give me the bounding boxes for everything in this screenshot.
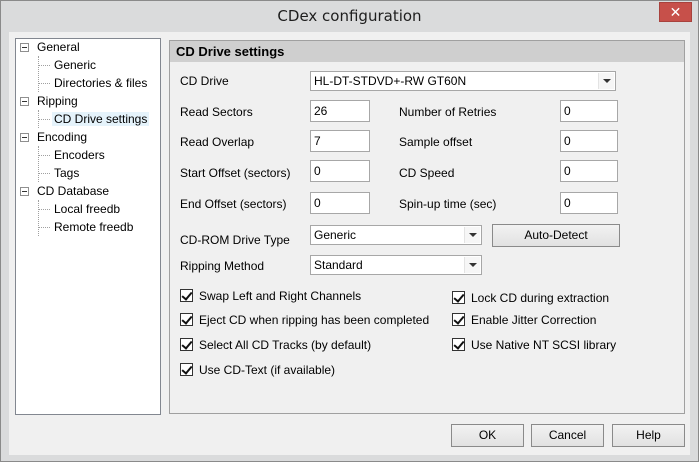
select-all-tracks-label: Select All CD Tracks (by default) — [199, 338, 372, 352]
end-offset-field[interactable]: 0 — [310, 192, 370, 214]
settings-panel: CD Drive settings CD Drive HL-DT-STDVD+-… — [169, 40, 685, 414]
ripping-method-value: Standard — [314, 258, 363, 272]
checkmark-icon[interactable] — [180, 363, 193, 376]
tree-label: Remote freedb — [54, 220, 134, 234]
tree-label: CD Drive settings — [52, 112, 150, 126]
read-sectors-label: Read Sectors — [180, 105, 253, 119]
swap-channels-checkbox[interactable]: Swap Left and Right Channels — [180, 289, 380, 305]
number-of-retries-field[interactable]: 0 — [560, 100, 618, 122]
title-bar: CDex configuration ✕ — [1, 1, 698, 32]
panel-header: CD Drive settings — [170, 41, 684, 62]
jitter-correction-checkbox[interactable]: Enable Jitter Correction — [452, 313, 632, 329]
start-offset-field[interactable]: 0 — [310, 160, 370, 182]
collapse-icon[interactable] — [20, 133, 29, 142]
tree-label: Generic — [54, 58, 97, 72]
window-title: CDex configuration — [277, 7, 422, 25]
swap-channels-label: Swap Left and Right Channels — [199, 289, 362, 303]
checkmark-icon[interactable] — [180, 313, 193, 326]
tree-label: General — [37, 40, 80, 54]
tree-item-tags[interactable]: Tags — [54, 165, 79, 182]
chevron-down-icon[interactable] — [464, 257, 480, 273]
cd-drive-label: CD Drive — [180, 74, 229, 88]
checkmark-icon[interactable] — [452, 291, 465, 304]
tree-label: Tags — [54, 166, 80, 180]
help-button[interactable]: Help — [612, 424, 685, 447]
eject-cd-checkbox[interactable]: Eject CD when ripping has been completed — [180, 313, 429, 329]
cancel-button[interactable]: Cancel — [531, 424, 604, 447]
tree-item-local-freedb[interactable]: Local freedb — [54, 201, 120, 218]
close-icon[interactable]: ✕ — [659, 2, 692, 22]
cd-speed-field[interactable]: 0 — [560, 160, 618, 182]
jitter-correction-label: Enable Jitter Correction — [471, 313, 597, 327]
chevron-down-icon[interactable] — [598, 73, 614, 89]
sample-offset-field[interactable]: 0 — [560, 130, 618, 152]
checkmark-icon[interactable] — [180, 289, 193, 302]
collapse-icon[interactable] — [20, 97, 29, 106]
spin-up-time-field[interactable]: 0 — [560, 192, 618, 214]
settings-tree[interactable]: General Generic Directories & files Ripp… — [15, 38, 161, 415]
ripping-method-label: Ripping Method — [180, 259, 265, 273]
tree-label: Encoding — [37, 130, 88, 144]
tree-label: Ripping — [37, 94, 78, 108]
cd-drive-value: HL-DT-STDVD+-RW GT60N — [314, 74, 467, 88]
tree-label: Local freedb — [54, 202, 121, 216]
checkmark-icon[interactable] — [452, 313, 465, 326]
start-offset-label: Start Offset (sectors) — [180, 166, 291, 180]
tree-label: CD Database — [37, 184, 110, 198]
ripping-method-select[interactable]: Standard — [310, 255, 482, 275]
chevron-down-icon[interactable] — [464, 227, 480, 243]
read-overlap-field[interactable]: 7 — [310, 130, 370, 152]
sample-offset-label: Sample offset — [399, 135, 473, 149]
ok-button[interactable]: OK — [451, 424, 524, 447]
drive-type-value: Generic — [314, 228, 357, 242]
dialog-client: General Generic Directories & files Ripp… — [9, 32, 690, 455]
native-scsi-label: Use Native NT SCSI library — [471, 338, 617, 352]
tree-item-encoders[interactable]: Encoders — [54, 147, 105, 164]
collapse-icon[interactable] — [20, 187, 29, 196]
select-all-tracks-checkbox[interactable]: Select All CD Tracks (by default) — [180, 338, 380, 354]
end-offset-label: End Offset (sectors) — [180, 197, 287, 211]
config-window: CDex configuration ✕ General Generic Dir… — [0, 0, 699, 462]
tree-item-cd-drive-settings[interactable]: CD Drive settings — [52, 111, 150, 128]
collapse-icon[interactable] — [20, 43, 29, 52]
eject-cd-label: Eject CD when ripping has been completed — [199, 313, 430, 327]
auto-detect-button[interactable]: Auto-Detect — [492, 224, 620, 247]
cd-drive-select[interactable]: HL-DT-STDVD+-RW GT60N — [310, 71, 616, 91]
drive-type-label: CD-ROM Drive Type — [180, 233, 290, 247]
tree-label: Directories & files — [54, 76, 148, 90]
drive-type-select[interactable]: Generic — [310, 225, 482, 245]
cd-speed-label: CD Speed — [399, 166, 455, 180]
tree-label: Encoders — [54, 148, 105, 162]
tree-item-generic[interactable]: Generic — [54, 57, 96, 74]
number-of-retries-label: Number of Retries — [399, 105, 497, 119]
lock-cd-checkbox[interactable]: Lock CD during extraction — [452, 291, 632, 307]
lock-cd-label: Lock CD during extraction — [471, 291, 610, 305]
use-cd-text-label: Use CD-Text (if available) — [199, 363, 336, 377]
tree-item-directories-files[interactable]: Directories & files — [54, 75, 147, 92]
checkmark-icon[interactable] — [452, 338, 465, 351]
read-overlap-label: Read Overlap — [180, 135, 255, 149]
read-sectors-field[interactable]: 26 — [310, 100, 370, 122]
use-cd-text-checkbox[interactable]: Use CD-Text (if available) — [180, 363, 380, 379]
spin-up-time-label: Spin-up time (sec) — [399, 197, 497, 211]
tree-item-remote-freedb[interactable]: Remote freedb — [54, 219, 133, 236]
native-scsi-checkbox[interactable]: Use Native NT SCSI library — [452, 338, 632, 354]
checkmark-icon[interactable] — [180, 338, 193, 351]
